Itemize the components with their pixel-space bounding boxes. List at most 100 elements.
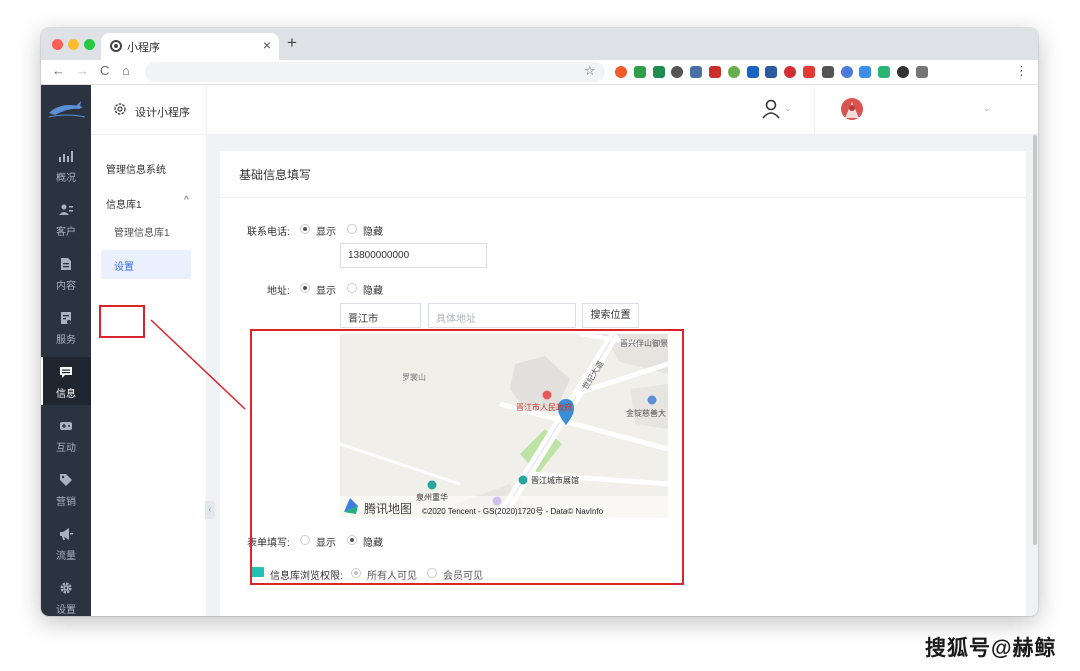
sidebar-item-label: 信息 xyxy=(56,389,76,400)
main-sidebar: 概况 客户 内容 服务 信息 互动 营销 流量 设置 xyxy=(41,85,91,616)
address-label: 地址: xyxy=(267,286,290,297)
extension-icon[interactable] xyxy=(709,66,721,78)
watermark: 搜狐号@赫鲸 xyxy=(925,637,1057,660)
minimize-window-button[interactable] xyxy=(68,39,79,50)
extension-icon[interactable] xyxy=(897,66,909,78)
extension-icon[interactable] xyxy=(915,66,928,78)
phone-input[interactable]: 13800000000 xyxy=(340,243,487,268)
sidebar-item-overview[interactable]: 概况 xyxy=(41,141,91,189)
phone-show-text: 显示 xyxy=(316,227,336,238)
browser-tab[interactable]: 小程序 × xyxy=(101,33,279,60)
extension-icon[interactable] xyxy=(671,66,684,78)
message-icon xyxy=(41,365,91,382)
reload-icon[interactable]: C xyxy=(100,63,109,78)
chart-icon xyxy=(41,149,91,166)
settings-highlight-box xyxy=(99,305,145,338)
browser-menu-icon[interactable]: ⋮ xyxy=(1015,63,1028,79)
page-title: 基础信息填写 xyxy=(239,168,312,182)
design-gear-icon xyxy=(113,102,127,119)
sidebar-item-label: 内容 xyxy=(56,281,76,292)
maximize-window-button[interactable] xyxy=(84,39,95,50)
sidebar-item-settings[interactable]: 设置 xyxy=(41,573,91,616)
tab-close-icon[interactable]: × xyxy=(263,37,271,53)
sidebar-item-info[interactable]: 信息 xyxy=(41,357,91,405)
extension-icon[interactable] xyxy=(784,66,797,78)
detail-address-input[interactable]: 具体地址 xyxy=(428,303,576,328)
forward-icon[interactable]: → xyxy=(76,63,89,78)
sidebar-item-service[interactable]: 服务 xyxy=(41,303,91,351)
extension-icon[interactable] xyxy=(746,66,759,78)
chevron-up-icon[interactable]: ^ xyxy=(184,195,189,206)
sidebar-item-label: 服务 xyxy=(56,335,76,346)
sidebar-item-label: 流量 xyxy=(56,551,76,562)
browser-window: 小程序 × + ← → C ⌂ ☆ ⋮ 概况 客户 内容 服务 信息 互动 营销… xyxy=(41,28,1038,616)
phone-label: 联系电话: xyxy=(247,227,290,238)
extension-icon[interactable] xyxy=(765,66,778,78)
users-icon xyxy=(41,203,91,220)
gear-icon xyxy=(41,581,91,598)
bookmark-star-icon[interactable]: ☆ xyxy=(584,63,596,79)
nav-item-library1[interactable]: 信息库1 xyxy=(106,196,142,211)
extension-icon[interactable] xyxy=(803,66,815,78)
address-highlight-box xyxy=(250,329,684,585)
back-icon[interactable]: ← xyxy=(52,63,65,78)
extension-icon[interactable] xyxy=(821,66,834,78)
sidebar-item-marketing[interactable]: 营销 xyxy=(41,465,91,513)
extension-icon[interactable] xyxy=(727,66,740,78)
gamepad-icon xyxy=(41,419,91,436)
search-location-button[interactable]: 搜索位置 xyxy=(582,303,639,328)
design-miniprogram-label: 设计小程序 xyxy=(135,107,190,119)
nav-item-settings-selected[interactable]: 设置 xyxy=(101,250,191,279)
extension-icon[interactable] xyxy=(878,66,891,78)
sidebar-item-label: 互动 xyxy=(56,443,76,454)
address-bar[interactable] xyxy=(145,62,605,82)
nav-item-manage-system[interactable]: 管理信息系统 xyxy=(106,161,166,176)
sidebar-item-label: 客户 xyxy=(56,227,76,238)
sidebar-item-customers[interactable]: 客户 xyxy=(41,195,91,243)
address-show-radio[interactable] xyxy=(300,283,310,293)
extension-icon[interactable] xyxy=(690,66,703,78)
phone-hide-radio[interactable] xyxy=(347,224,357,234)
sidebar-item-label: 概况 xyxy=(56,173,76,184)
phone-show-radio[interactable] xyxy=(300,224,310,234)
new-tab-button[interactable]: + xyxy=(287,33,297,53)
collapse-subnav-button[interactable]: ‹ xyxy=(205,501,215,519)
secondary-nav-header: 设计小程序 xyxy=(91,85,207,135)
address-show-text: 显示 xyxy=(316,286,336,297)
app-area: 概况 客户 内容 服务 信息 互动 营销 流量 设置 设计小程序 管理信息系统 … xyxy=(41,85,1038,616)
sidebar-item-interaction[interactable]: 互动 xyxy=(41,411,91,459)
extension-icon[interactable] xyxy=(840,66,853,78)
address-hide-radio[interactable] xyxy=(347,283,357,293)
home-icon[interactable]: ⌂ xyxy=(122,63,130,78)
account-menu-chevron-icon[interactable]: ⌄ xyxy=(983,103,991,114)
address-hide-text: 隐藏 xyxy=(363,286,383,297)
extension-icon[interactable] xyxy=(652,66,665,78)
page-scrollbar[interactable] xyxy=(1033,135,1037,545)
phone-hide-text: 隐藏 xyxy=(363,227,383,238)
nav-item-settings-label: 设置 xyxy=(114,262,134,273)
nav-item-manage-library1[interactable]: 管理信息库1 xyxy=(114,224,170,239)
chrome-icon xyxy=(110,40,122,52)
megaphone-icon xyxy=(41,527,91,544)
avatar[interactable] xyxy=(841,98,863,120)
top-bar: ⌄ ⌄ xyxy=(207,85,1038,135)
extension-icon[interactable] xyxy=(633,66,646,78)
browser-toolbar: ← → C ⌂ ☆ ⋮ xyxy=(41,60,1038,85)
sidebar-item-content[interactable]: 内容 xyxy=(41,249,91,297)
document-icon xyxy=(41,257,91,274)
tab-title: 小程序 xyxy=(127,42,160,54)
sidebar-item-label: 设置 xyxy=(56,605,76,616)
service-icon xyxy=(41,311,91,328)
extension-icon[interactable] xyxy=(859,66,872,78)
close-window-button[interactable] xyxy=(52,39,63,50)
extension-icon[interactable] xyxy=(615,66,627,78)
user-menu-chevron-icon[interactable]: ⌄ xyxy=(784,103,792,114)
secondary-nav: 设计小程序 管理信息系统 信息库1 ^ 管理信息库1 设置 xyxy=(91,85,207,616)
sidebar-item-traffic[interactable]: 流量 xyxy=(41,519,91,567)
city-input[interactable]: 晋江市 xyxy=(340,303,421,328)
user-icon[interactable] xyxy=(760,98,782,120)
tag-icon xyxy=(41,473,91,490)
card-divider xyxy=(220,197,1026,198)
tab-strip: 小程序 × + xyxy=(41,28,1038,60)
topbar-divider xyxy=(814,85,815,135)
